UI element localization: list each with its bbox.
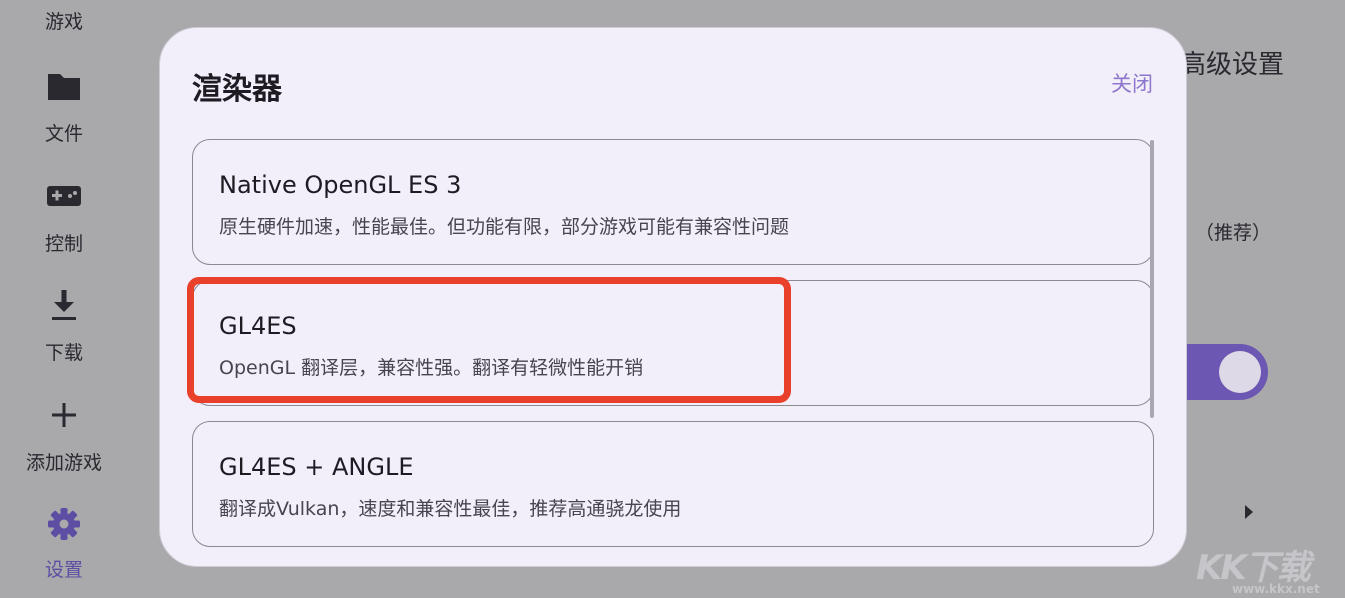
nav-item-games[interactable]: 游戏	[0, 10, 128, 34]
gear-icon	[48, 508, 80, 540]
watermark-url: www.kkx.net	[1232, 582, 1320, 596]
option-description: 原生硬件加速，性能最佳。但功能有限，部分游戏可能有兼容性问题	[219, 216, 790, 238]
plus-icon	[52, 403, 76, 427]
nav-item-label: 设置	[44, 559, 83, 581]
background-recommend-label: （推荐）	[1195, 222, 1272, 244]
watermark: KK下载 www.kkx.net	[1196, 540, 1345, 598]
toggle-knob	[1219, 351, 1261, 393]
renderer-option-gl4es-angle[interactable]: GL4ES + ANGLE 翻译成Vulkan，速度和兼容性最佳，推荐高通骁龙使…	[192, 421, 1154, 547]
folder-icon	[48, 74, 80, 100]
download-icon	[52, 290, 76, 320]
nav-item-download[interactable]: 下载	[0, 287, 128, 365]
nav-item-label: 添加游戏	[25, 452, 102, 474]
dialog-title: 渲染器	[192, 72, 282, 107]
nav-item-label: 控制	[44, 233, 83, 255]
caret-right-icon	[1245, 505, 1253, 519]
highlight-annotation-box	[187, 277, 791, 403]
options-scrollbar[interactable]	[1150, 140, 1154, 418]
renderer-option-native-gles3[interactable]: Native OpenGL ES 3 原生硬件加速，性能最佳。但功能有限，部分游…	[192, 139, 1154, 265]
nav-item-settings[interactable]: 设置	[0, 506, 128, 582]
nav-item-label: 游戏	[44, 11, 83, 33]
background-page-title: 高级设置	[1180, 50, 1285, 80]
nav-rail: 游戏 文件 控制 下载 添加游戏 设置	[0, 0, 128, 598]
nav-item-files[interactable]: 文件	[0, 68, 128, 146]
close-button[interactable]: 关闭	[1111, 68, 1153, 98]
nav-item-label: 文件	[44, 123, 83, 145]
nav-item-add-game[interactable]: 添加游戏	[0, 397, 128, 475]
option-description: 翻译成Vulkan，速度和兼容性最佳，推荐高通骁龙使用	[219, 498, 682, 520]
nav-item-label: 下载	[44, 342, 83, 364]
option-name: Native OpenGL ES 3	[219, 171, 462, 199]
gamepad-icon	[47, 186, 81, 206]
nav-item-controls[interactable]: 控制	[0, 178, 128, 256]
option-name: GL4ES + ANGLE	[219, 453, 414, 481]
